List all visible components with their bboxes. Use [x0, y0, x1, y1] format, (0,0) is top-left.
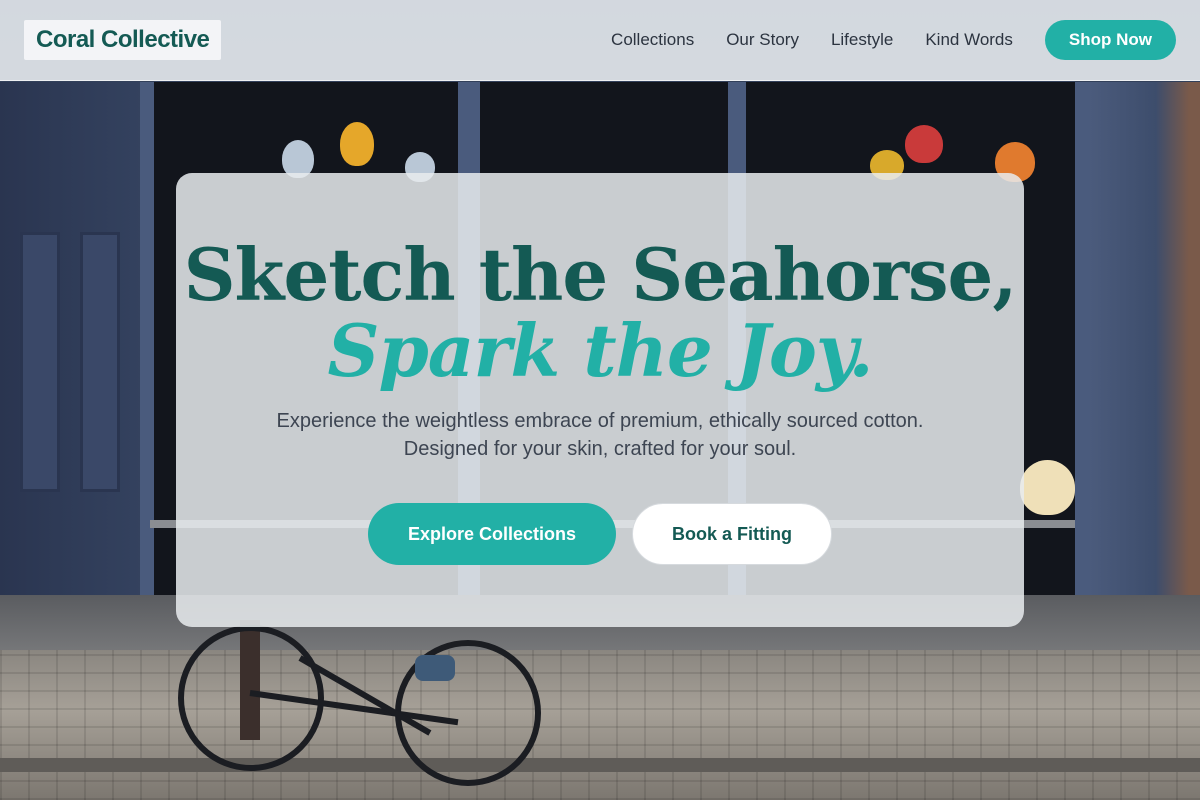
hero-headline-accent: Spark the Joy. [327, 308, 873, 393]
brand-logo[interactable]: Coral Collective [24, 20, 222, 60]
shop-now-button[interactable]: Shop Now [1044, 20, 1176, 60]
hero-subtitle-line-2: Designed for your skin, crafted for your… [403, 438, 797, 460]
hero-actions: Explore Collections Book a Fitting [176, 503, 1024, 565]
hero-subtitle: Experience the weightless embrace of pre… [176, 407, 1024, 463]
hero-subtitle-line-1: Experience the weightless embrace of pre… [276, 410, 924, 432]
hero-headline: Sketch the Seahorse, [183, 232, 1018, 317]
nav-link-our-story[interactable]: Our Story [726, 30, 799, 50]
left-door [0, 82, 145, 602]
book-fitting-button[interactable]: Book a Fitting [632, 503, 832, 565]
nav-link-lifestyle[interactable]: Lifestyle [831, 30, 893, 50]
right-door [1090, 82, 1200, 602]
nav-link-kind-words[interactable]: Kind Words [925, 30, 1013, 50]
site-header: Coral Collective Collections Our Story L… [0, 0, 1200, 81]
nav-link-collections[interactable]: Collections [611, 30, 694, 50]
main-nav: Collections Our Story Lifestyle Kind Wor… [611, 20, 1176, 60]
explore-collections-button[interactable]: Explore Collections [368, 503, 616, 565]
hero-card: Sketch the Seahorse, Spark the Joy. Expe… [176, 173, 1024, 627]
